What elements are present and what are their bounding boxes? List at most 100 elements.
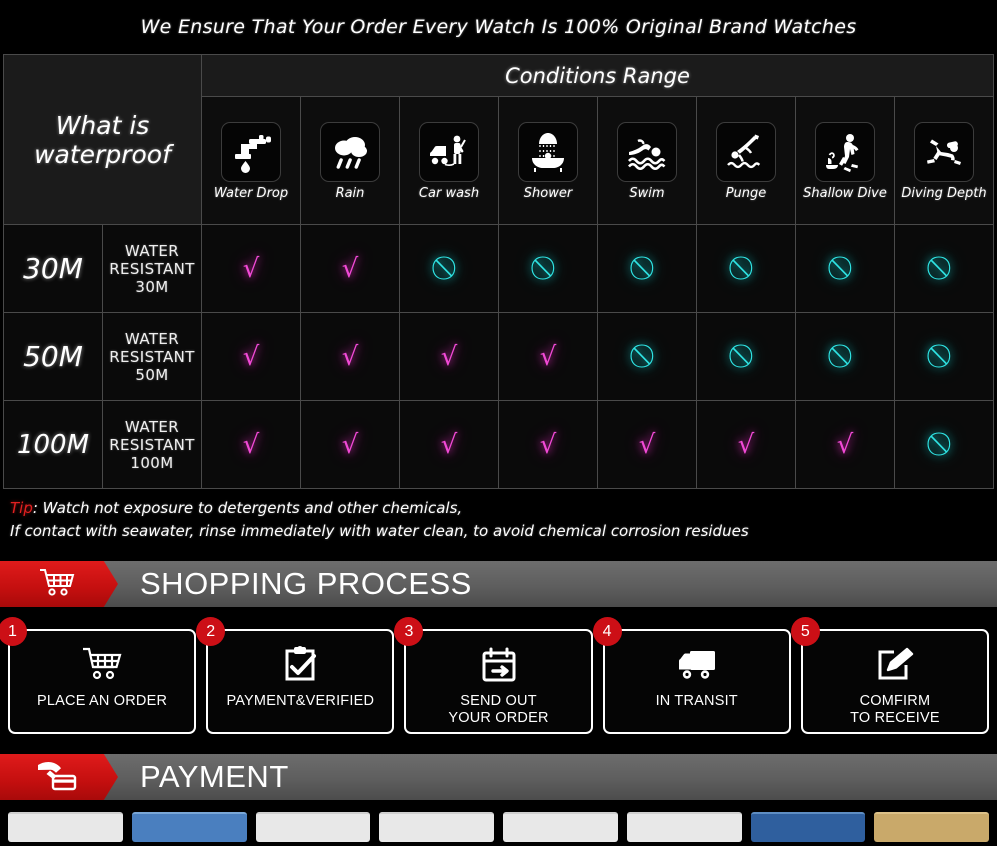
payment-banner: PAYMENT — [0, 754, 997, 800]
step-card-1[interactable]: 1 PLACE AN ORDER — [0, 617, 197, 734]
payment-method-box[interactable] — [503, 812, 618, 842]
mark-cell: ⃠ — [597, 224, 697, 313]
step-label: PAYMENT&VERIFIED — [226, 693, 375, 709]
payment-method-box[interactable] — [626, 812, 742, 842]
step-number-badge: 3 — [394, 617, 424, 646]
payment-method-box[interactable] — [131, 812, 247, 842]
mark-cell: √ — [498, 312, 598, 401]
mark-cell: ⃠ — [597, 312, 697, 401]
step-label: IN TRANSIT — [655, 693, 738, 709]
condition-col-diving-depth: Diving Depth — [894, 96, 994, 225]
faucet-drip-icon — [221, 121, 281, 182]
row-description: WATER RESISTANT 30M — [102, 224, 202, 313]
condition-label: Car wash — [418, 185, 480, 201]
mark-yes: √ — [242, 253, 260, 284]
mark-yes: √ — [341, 253, 359, 284]
mark-cell: ⃠ — [696, 224, 796, 313]
mark-cell: ⃠ — [894, 224, 994, 313]
mark-cell: √ — [201, 312, 301, 401]
row-depth: 100M — [3, 400, 103, 489]
mark-yes: √ — [242, 429, 260, 460]
tip-label: Tip — [10, 499, 33, 517]
tip-line-1: Tip: Watch not exposure to detergents an… — [10, 497, 989, 520]
mark-yes: √ — [539, 429, 557, 460]
condition-label: Swim — [629, 185, 665, 201]
hand-card-icon — [34, 758, 84, 796]
mark-cell: ⃠ — [795, 224, 895, 313]
mark-yes: √ — [638, 429, 656, 460]
banner-tab-shopping — [0, 561, 118, 607]
step-card-4[interactable]: 4 IN TRANSIT — [592, 617, 791, 734]
shopping-process-banner: SHOPPING PROCESS — [0, 561, 997, 607]
condition-label: Water Drop — [213, 185, 289, 201]
step-label: PLACE AN ORDER — [37, 693, 168, 709]
mark-cell: ⃠ — [894, 312, 994, 401]
plunge-dive-icon — [716, 121, 776, 182]
step-card-2[interactable]: 2 PAYMENT&VERIFIED — [196, 617, 395, 734]
mark-yes: √ — [737, 429, 755, 460]
clipboard-check-icon — [280, 644, 320, 686]
mark-cell: ⃠ — [795, 312, 895, 401]
mark-cell: ⃠ — [399, 224, 499, 313]
step-label: COMFIRM TO RECEIVE — [850, 693, 940, 726]
mark-cell: √ — [498, 400, 598, 489]
condition-col-shallow-dive: Shallow Dive — [795, 96, 895, 225]
row-description: WATER RESISTANT 50M — [102, 312, 202, 401]
banner-tab-payment — [0, 754, 118, 800]
shopping-cart-icon — [37, 566, 81, 602]
tip-line-1-text: : Watch not exposure to detergents and o… — [32, 499, 463, 517]
delivery-truck-icon — [674, 644, 720, 686]
banner-title: PAYMENT — [140, 759, 289, 794]
mark-cell: √ — [399, 312, 499, 401]
condition-col-shower: Shower — [498, 96, 598, 225]
shallow-dive-icon — [815, 121, 875, 182]
mark-cell: √ — [201, 224, 301, 313]
mark-cell: √ — [300, 312, 400, 401]
payment-method-box[interactable] — [379, 812, 494, 842]
shopping-cart-icon — [79, 644, 125, 686]
mark-cell: √ — [597, 400, 697, 489]
condition-col-punge: Punge — [696, 96, 796, 225]
table-row: 100M WATER RESISTANT 100M √ √ √ √ √ √ √ … — [3, 400, 994, 489]
mark-yes: √ — [440, 429, 458, 460]
table-row: 50M WATER RESISTANT 50M √ √ √ √ ⃠ ⃠ ⃠ ⃠ — [3, 312, 994, 401]
mark-yes: √ — [440, 341, 458, 372]
banner-title: SHOPPING PROCESS — [140, 566, 472, 601]
row-description: WATER RESISTANT 100M — [102, 400, 202, 489]
step-label: SEND OUT YOUR ORDER — [448, 693, 549, 726]
table-title-cell: What is waterproof — [3, 54, 202, 225]
mark-cell: √ — [201, 400, 301, 489]
mark-yes: √ — [341, 341, 359, 372]
mark-cell: √ — [795, 400, 895, 489]
mark-cell: √ — [300, 224, 400, 313]
payment-method-box[interactable] — [255, 812, 371, 842]
condition-label: Rain — [335, 185, 365, 201]
payment-method-box[interactable] — [874, 812, 989, 842]
condition-label: Punge — [725, 185, 767, 201]
payment-methods-strip — [0, 800, 997, 842]
condition-col-rain: Rain — [300, 96, 400, 225]
mark-cell: √ — [696, 400, 796, 489]
shower-bath-icon — [518, 121, 578, 182]
mark-yes: √ — [341, 429, 359, 460]
step-card-5[interactable]: 5 COMFIRM TO RECEIVE — [790, 617, 990, 734]
mark-yes: √ — [539, 341, 557, 372]
condition-col-water-drop: Water Drop — [201, 96, 301, 225]
page-headline: We Ensure That Your Order Every Watch Is… — [140, 16, 857, 38]
payment-method-box[interactable] — [750, 812, 866, 842]
mark-cell: √ — [300, 400, 400, 489]
shopping-steps: 1 PLACE AN ORDER 2 PAYMENT&VERIFIED 3 SE… — [0, 607, 997, 746]
mark-yes: √ — [242, 341, 260, 372]
tip-text: Tip: Watch not exposure to detergents an… — [0, 489, 997, 553]
condition-label: Shallow Dive — [803, 185, 887, 201]
mark-cell: ⃠ — [498, 224, 598, 313]
step-card-3[interactable]: 3 SEND OUT YOUR ORDER — [394, 617, 593, 734]
rain-cloud-icon — [320, 121, 380, 182]
condition-col-swim: Swim — [597, 96, 697, 225]
waterproof-table: What is waterproof Conditions Range Wate… — [3, 54, 994, 489]
condition-label: Shower — [523, 185, 573, 201]
payment-method-box[interactable] — [8, 812, 123, 842]
scuba-diver-icon — [914, 121, 974, 182]
conditions-range-header: Conditions Range — [201, 54, 994, 97]
table-header-row: What is waterproof Conditions Range — [3, 54, 994, 225]
